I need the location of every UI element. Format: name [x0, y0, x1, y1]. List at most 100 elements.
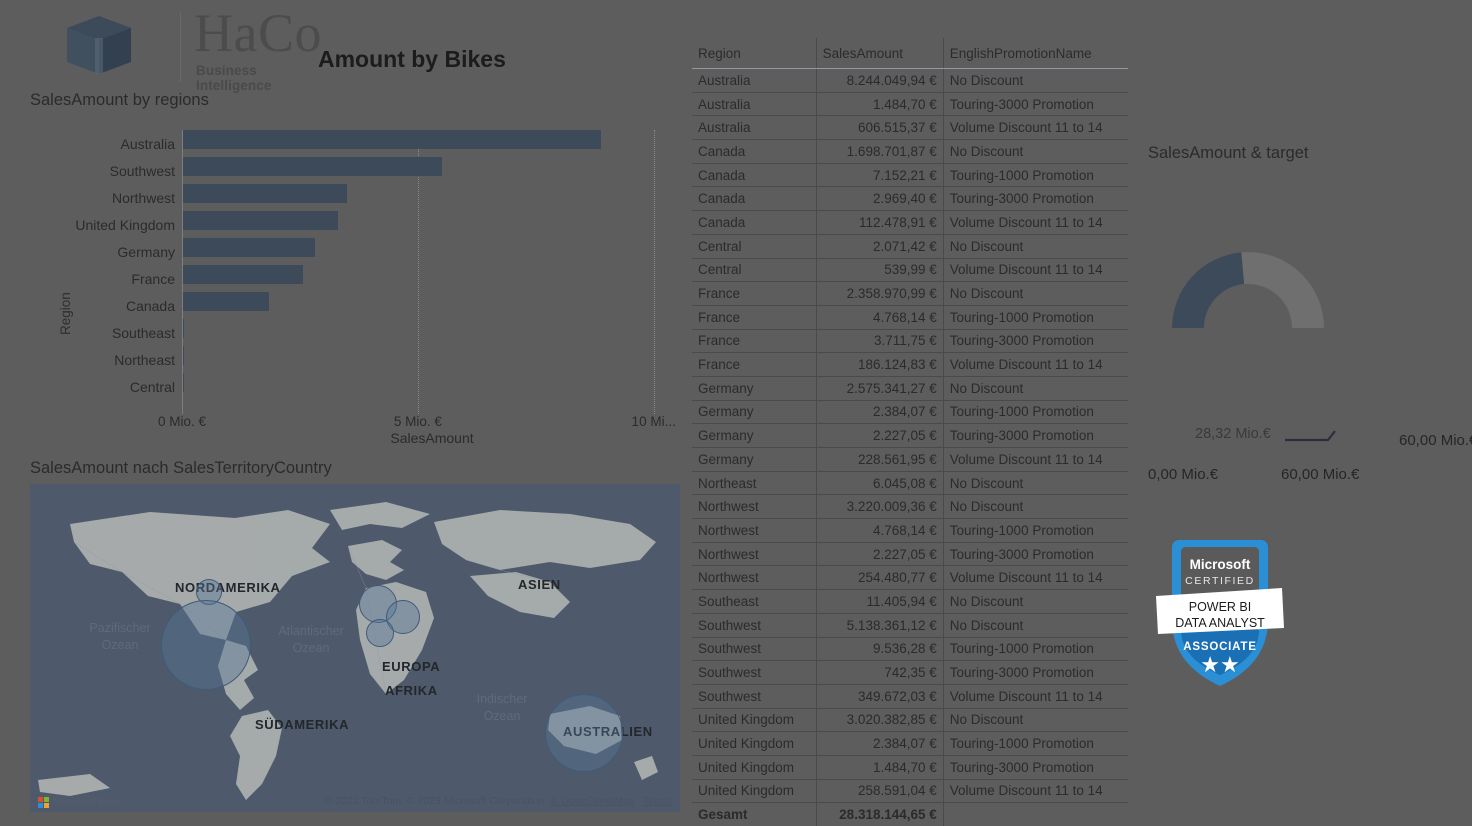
map-continent-label-north-america: NORDAMERIKA — [175, 580, 281, 595]
table-row[interactable]: Canada 7.152,21 € Touring-1000 Promotion — [692, 163, 1128, 188]
gauge-value-label: 28,32 Mio.€ — [1195, 426, 1271, 442]
cell-region: United Kingdom — [692, 779, 817, 804]
table-row[interactable]: Germany 228.561,95 € Volume Discount 11 to… — [692, 447, 1128, 472]
bar-segment[interactable] — [183, 157, 443, 176]
cell-promotion: Touring-1000 Promotion — [943, 305, 1128, 330]
cell-promotion: Touring-3000 Promotion — [943, 423, 1128, 448]
table-row[interactable]: Canada 2.969,40 € Touring-3000 Promotion — [692, 186, 1128, 212]
table-row[interactable]: United Kingdom 3.020.382,85 € No Discount — [692, 708, 1128, 733]
cell-promotion: Touring-3000 Promotion — [943, 660, 1128, 685]
cell-promotion: Volume Discount 11 to 14 — [943, 684, 1128, 709]
cell-promotion: Touring-1000 Promotion — [943, 400, 1128, 425]
table-row[interactable]: Germany 2.227,05 € Touring-3000 Promotion — [692, 423, 1128, 448]
cell-salesamount: 1.484,70 € — [816, 755, 944, 780]
table-row[interactable]: Southwest 5.138.361,12 € No Discount — [692, 613, 1128, 638]
cell-salesamount: 254.480,77 € — [816, 565, 944, 591]
bar-category-label: Canada — [125, 298, 175, 314]
map-attribution: © 2022 TomTom, © 2023 Microsoft Corporat… — [325, 795, 672, 807]
table-row[interactable]: Germany 2.384,07 € Touring-1000 Promotion — [692, 400, 1128, 425]
bar-chart-x-axis-title: SalesAmount — [390, 430, 474, 446]
table-row[interactable]: Northwest 3.220.009,36 € No Discount — [692, 494, 1128, 520]
microsoft-bing-logo: Microsoft Bing — [38, 796, 120, 808]
bubble-france[interactable] — [366, 619, 394, 647]
cell-salesamount: 228.561,95 € — [816, 447, 944, 472]
gauge-visual[interactable]: SalesAmount & target 28,32 Mio.€ 0,00 Mi… — [1135, 140, 1472, 483]
column-header-promotion[interactable]: EnglishPromotionName — [943, 38, 1128, 69]
cell-promotion: Touring-3000 Promotion — [943, 92, 1128, 117]
sales-table[interactable]: Region SalesAmount EnglishPromotionName … — [692, 38, 1128, 826]
bar-segment[interactable] — [183, 130, 601, 149]
cell-salesamount: 4.768,14 € — [816, 305, 944, 330]
bubble-united-states[interactable] — [161, 600, 251, 690]
table-row[interactable]: Southwest 9.536,28 € Touring-1000 Promotio… — [692, 637, 1128, 662]
cell-promotion: No Discount — [943, 281, 1128, 306]
table-row[interactable]: United Kingdom 2.384,07 € Touring-1000 Pro… — [692, 731, 1128, 756]
table-row[interactable]: Australia 8.244.049,94 € No Discount — [692, 68, 1128, 93]
cell-salesamount: 112.478,91 € — [816, 210, 944, 235]
map-ocean-label-atlantic: Atlantischer Ozean — [278, 624, 344, 655]
bar-chart[interactable]: Region Australia Southwest Northwest United… — [30, 120, 690, 455]
table-row[interactable]: Southeast 11.405,94 € No Discount — [692, 589, 1128, 614]
cell-region: United Kingdom — [692, 755, 817, 780]
cell-region: Northeast — [692, 471, 817, 496]
cell-salesamount: 6.045,08 € — [816, 471, 944, 496]
table-row[interactable]: Southwest 742,35 € Touring-3000 Promotion — [692, 660, 1128, 685]
cell-region: Germany — [692, 400, 817, 425]
cell-region: Germany — [692, 447, 817, 472]
table-row[interactable]: France 4.768,14 € Touring-1000 Promotion — [692, 305, 1128, 330]
bar-segment[interactable] — [183, 211, 338, 230]
table-row[interactable]: Australia 1.484,70 € Touring-3000 Promotio… — [692, 92, 1128, 117]
bubble-australia[interactable] — [545, 694, 623, 772]
cell-salesamount: 3.220.009,36 € — [816, 494, 944, 520]
cell-salesamount: 2.969,40 € — [816, 186, 944, 212]
table-row[interactable]: Canada 1.698.701,87 € No Discount — [692, 139, 1128, 164]
table-row[interactable]: Central 2.071,42 € No Discount — [692, 234, 1128, 259]
cell-salesamount: 2.227,05 € — [816, 542, 944, 567]
map-visual[interactable]: Pazifischer Ozean Atlantischer Ozean Ind… — [30, 484, 680, 812]
bar-category-label: United Kingdom — [75, 217, 175, 233]
bing-squares-icon — [38, 796, 49, 808]
report-canvas: HaCo Business Intelligence Amount by Bik… — [0, 0, 1472, 826]
table-row[interactable]: France 186.124,83 € Volume Discount 11 to … — [692, 352, 1128, 377]
cell-region: Southwest — [692, 660, 817, 685]
table-row[interactable]: Central 539,99 € Volume Discount 11 to 14 — [692, 258, 1128, 283]
table-row[interactable]: Northwest 254.480,77 € Volume Discount 11 … — [692, 565, 1128, 591]
cell-region: Germany — [692, 423, 817, 448]
table-row[interactable]: France 3.711,75 € Touring-3000 Promotion — [692, 329, 1128, 354]
column-header-region[interactable]: Region — [692, 38, 817, 69]
cell-region: France — [692, 281, 817, 306]
bar-segment[interactable] — [183, 373, 184, 392]
bar-segment[interactable] — [183, 184, 348, 203]
table-row[interactable]: Germany 2.575.341,27 € No Discount — [692, 376, 1128, 401]
cell-promotion: No Discount — [943, 613, 1128, 638]
table-row[interactable]: Northwest 2.227,05 € Touring-3000 Promotio… — [692, 542, 1128, 567]
bar-segment[interactable] — [183, 265, 304, 284]
bar-segment[interactable] — [183, 319, 184, 338]
map-ocean-label-pacific: Pazifischer Ozean — [89, 621, 151, 652]
table-row[interactable]: Canada 112.478,91 € Volume Discount 11 to … — [692, 210, 1128, 235]
total-empty — [943, 802, 1128, 826]
table-row[interactable]: France 2.358.970,99 € No Discount — [692, 281, 1128, 306]
column-header-salesamount[interactable]: SalesAmount — [816, 38, 944, 69]
certification-badge: Microsoft CERTIFIED POWER BI DATA ANALYS… — [1152, 534, 1288, 694]
bar-segment[interactable] — [183, 292, 269, 311]
bar-segment[interactable] — [183, 238, 316, 257]
table-row[interactable]: Northeast 6.045,08 € No Discount — [692, 471, 1128, 496]
openstreetmap-link[interactable]: © OpenStreetMap — [550, 795, 635, 807]
cell-region: United Kingdom — [692, 731, 817, 756]
cell-salesamount: 11.405,94 € — [816, 589, 944, 614]
cell-salesamount: 742,35 € — [816, 660, 944, 685]
terms-link[interactable]: Terms — [643, 795, 672, 807]
table-row[interactable]: Australia 606.515,37 € Volume Discount 11 … — [692, 115, 1128, 141]
cell-promotion: Touring-3000 Promotion — [943, 542, 1128, 567]
bar-gridline — [653, 130, 655, 414]
svg-text:CERTIFIED: CERTIFIED — [1185, 575, 1255, 587]
bar-segment[interactable] — [183, 346, 184, 365]
cell-region: Australia — [692, 115, 817, 141]
table-row[interactable]: United Kingdom 258.591,04 € Volume Discoun… — [692, 779, 1128, 804]
table-row[interactable]: Southwest 349.672,03 € Volume Discount 11 … — [692, 684, 1128, 709]
table-row[interactable]: United Kingdom 1.484,70 € Touring-3000 Pro… — [692, 755, 1128, 780]
cell-region: Northwest — [692, 542, 817, 567]
cell-region: Northwest — [692, 565, 817, 591]
table-row[interactable]: Northwest 4.768,14 € Touring-1000 Promotio… — [692, 518, 1128, 543]
